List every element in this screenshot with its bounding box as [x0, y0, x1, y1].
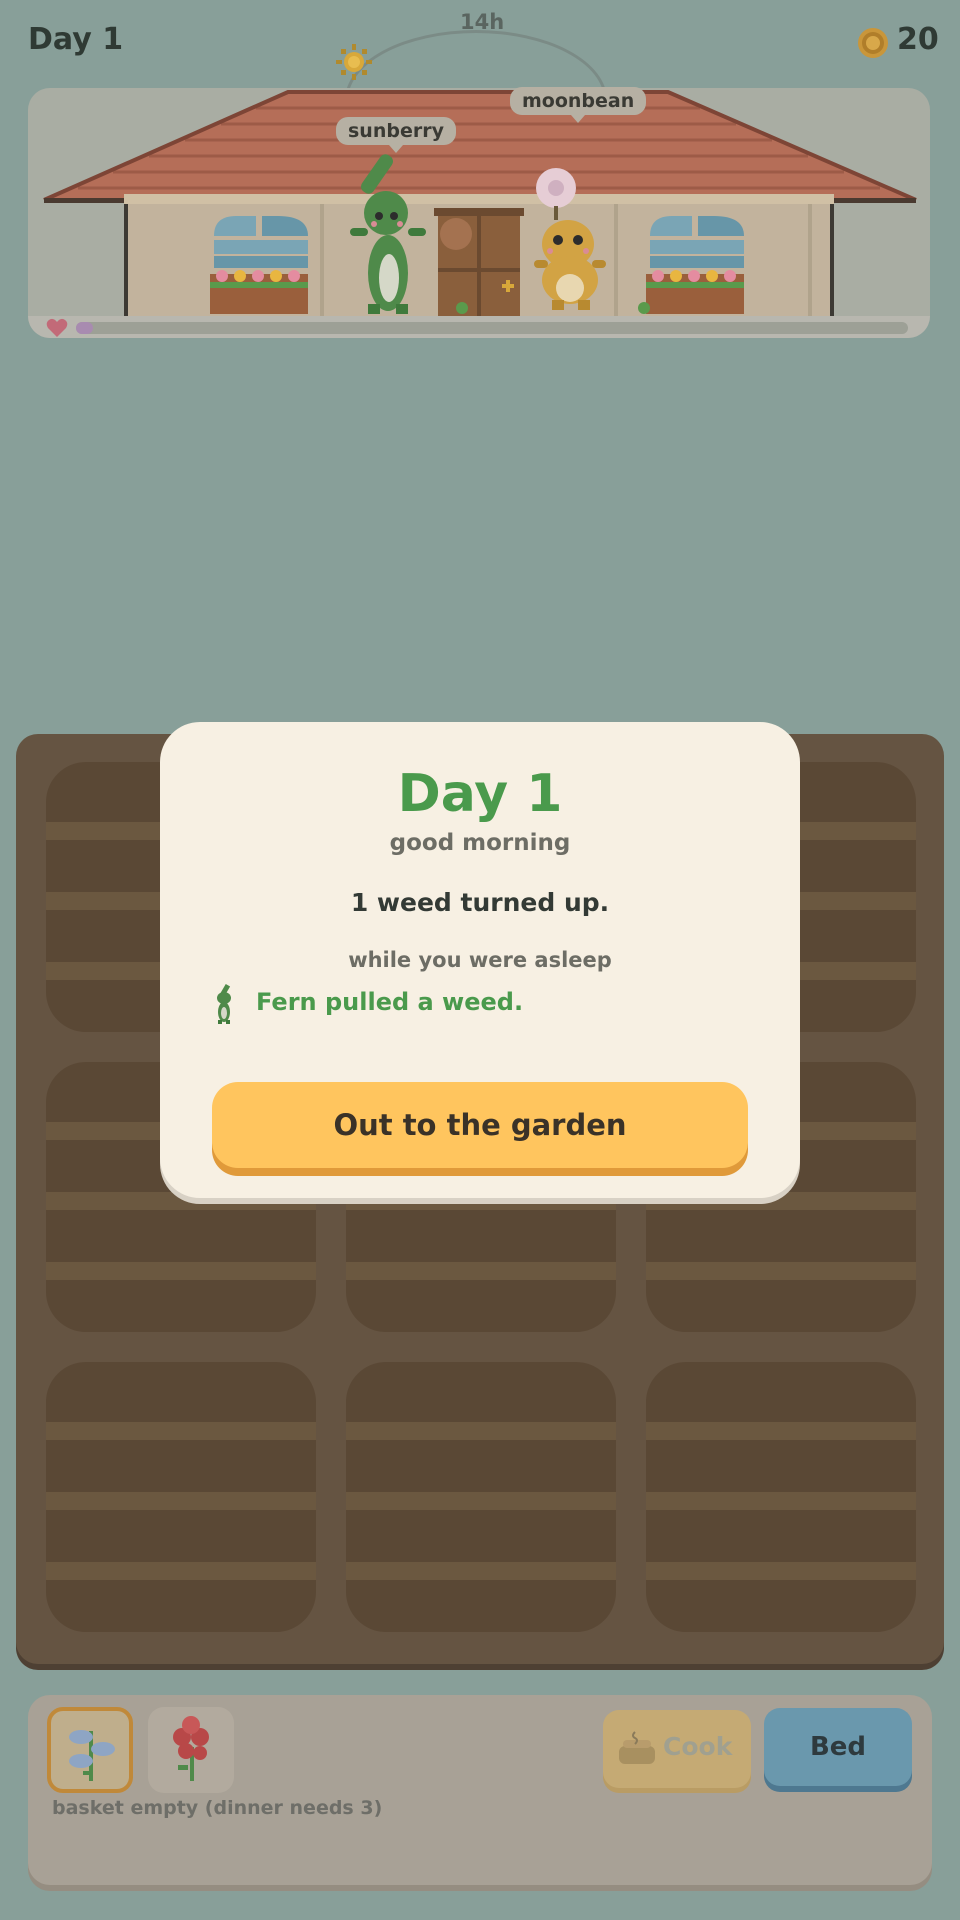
dialog-section-label: while you were asleep — [348, 948, 612, 972]
morning-summary-dialog: Day 1 good morning 1 weed turned up. whi… — [160, 722, 800, 1198]
out-to-garden-button[interactable]: Out to the garden — [212, 1082, 748, 1168]
dialog-event: Fern pulled a weed. — [256, 988, 524, 1016]
dialog-summary: 1 weed turned up. — [350, 888, 610, 917]
fern-icon — [217, 983, 231, 1024]
dialog-subtitle: good morning — [389, 830, 571, 856]
modal-overlay: Day 1 good morning 1 weed turned up. whi… — [0, 0, 960, 1920]
dialog-title: Day 1 — [397, 764, 563, 824]
